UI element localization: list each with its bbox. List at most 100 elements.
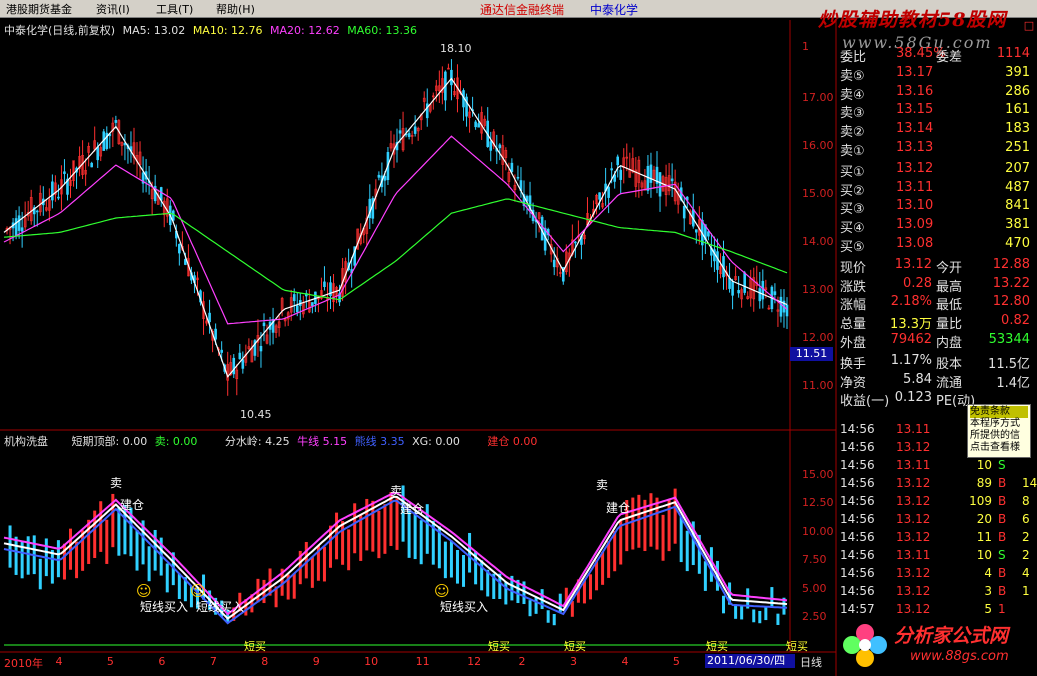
candle-body — [785, 304, 789, 317]
indicator-bar — [292, 573, 296, 599]
ask-volume: 286 — [1005, 83, 1030, 99]
indicator-bar — [504, 582, 508, 605]
date-tick-label: 12 — [467, 655, 482, 668]
indicator-bar — [425, 504, 429, 554]
quote-label: 量比 — [936, 317, 963, 333]
indicator-bar — [177, 573, 181, 600]
bid-price: 13.11 — [896, 179, 934, 195]
quote-value: 13.3万 — [890, 317, 932, 333]
finance-value: 1.4亿 — [996, 375, 1030, 391]
indicator-bar — [449, 540, 453, 578]
indicator-bar — [770, 587, 774, 608]
bid-volume: 470 — [1005, 236, 1030, 251]
date-tick-label: 2010年 — [4, 657, 43, 670]
period-daily-button[interactable]: 日线 — [800, 654, 822, 670]
indicator-bar — [329, 525, 333, 568]
date-tick-label: 5 — [106, 655, 114, 668]
finance-value: 0.123 — [894, 390, 932, 406]
indicator-tick-label: 15.00 — [802, 467, 834, 481]
tick-time: 14:56 — [840, 512, 875, 526]
signal-label: 卖 — [110, 476, 123, 490]
bid-volume: 841 — [1005, 198, 1030, 214]
finance-label: 股本 — [936, 356, 963, 372]
indicator-tick-label: 7.50 — [802, 553, 827, 567]
tick-price: 13.12 — [896, 566, 931, 580]
indicator-bar — [383, 504, 387, 554]
ratio-label: 委比 — [840, 50, 867, 65]
signal-label: 卖 — [596, 478, 609, 492]
signal-label: 短线买入 — [440, 600, 489, 614]
finance-value: 1.17% — [890, 352, 932, 368]
ask-label: 卖⑤ — [840, 68, 865, 84]
quote-label: 涨幅 — [840, 298, 867, 314]
tick-time: 14:56 — [840, 476, 875, 490]
date-tick-label: 5 — [672, 655, 680, 668]
signal-label: 卖 — [390, 484, 403, 498]
flower-icon — [843, 624, 887, 667]
price-axis-top: 1 — [802, 40, 809, 53]
logo-url: www.88gs.com — [910, 649, 1009, 664]
tick-extra: 6 — [1022, 512, 1030, 526]
candle-body — [619, 169, 623, 180]
indicator-bar — [685, 530, 689, 572]
ask-volume: 391 — [1005, 64, 1030, 80]
candle-body — [716, 251, 719, 270]
bid-volume: 487 — [1005, 179, 1030, 195]
tooltip-line: 所提供的信 — [970, 430, 1020, 441]
candle-body — [295, 305, 299, 313]
tick-price: 13.12 — [896, 584, 931, 598]
tick-volume: 4 — [984, 566, 992, 580]
candle-body — [682, 205, 686, 219]
indicator-bar — [703, 561, 707, 591]
candle-body — [14, 218, 18, 236]
indicator-bar — [419, 520, 423, 565]
disclaimer-tooltip[interactable]: 免责条款 本程序方式 所提供的信 点击查看様 — [967, 404, 1031, 458]
low-marker: 10.45 — [240, 408, 272, 421]
date-tick-label: 9 — [312, 655, 320, 668]
quote-label: 涨跌 — [840, 279, 867, 295]
diff-label: 委差 — [936, 50, 963, 65]
indicator-bar — [14, 536, 18, 575]
date-tick-label: 11 — [415, 655, 430, 668]
finance-value: 11.5亿 — [988, 356, 1030, 372]
candle-body — [232, 357, 236, 375]
quote-value: 12.88 — [992, 256, 1030, 272]
ask-label: 卖④ — [840, 87, 865, 103]
tick-time: 14:56 — [840, 584, 875, 598]
indicator-bar — [347, 529, 351, 571]
candle-body — [670, 178, 674, 182]
tick-extra: 14 — [1022, 476, 1037, 490]
short-buy-marker: 短买 — [786, 640, 808, 653]
tick-extra: 8 — [1022, 494, 1030, 508]
candle-body — [731, 281, 734, 296]
candle-body — [114, 120, 118, 123]
tick-volume: 10 — [976, 458, 992, 472]
tick-time: 14:56 — [840, 494, 875, 508]
ask-label: 卖③ — [840, 106, 865, 122]
candle-body — [552, 259, 556, 268]
candle-body — [311, 302, 314, 307]
tick-volume: 109 — [969, 494, 992, 508]
indicator-bar — [552, 614, 556, 626]
tick-price: 13.12 — [896, 530, 931, 544]
price-tick-label: 15.00 — [802, 186, 834, 200]
tick-side: B — [998, 476, 1007, 490]
indicator-bar — [752, 609, 756, 623]
quote-value: 2.18% — [890, 294, 932, 310]
date-tick-label: 6 — [158, 655, 166, 668]
quote-label: 今开 — [936, 260, 963, 276]
tick-side: B — [998, 530, 1007, 544]
tick-extra: 1 — [1022, 584, 1030, 598]
current-price-tag: 11.51 — [790, 347, 833, 361]
tooltip-title: 免责条款 — [970, 406, 1028, 418]
indicator-tick-label: 2.50 — [802, 610, 827, 624]
candle-body — [292, 294, 296, 302]
high-marker: 18.10 — [440, 42, 472, 55]
tick-price: 13.11 — [896, 458, 931, 472]
candle-body — [728, 277, 731, 289]
ask-volume: 251 — [1005, 140, 1030, 155]
candle-body — [761, 280, 765, 300]
date-tick-label: 10 — [364, 655, 379, 668]
quote-label: 现价 — [840, 260, 867, 276]
candle-body — [649, 164, 653, 183]
